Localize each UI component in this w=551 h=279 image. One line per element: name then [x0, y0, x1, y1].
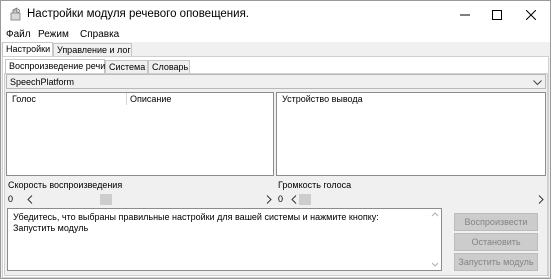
message-scrollbar[interactable] [429, 209, 441, 270]
menu-mode[interactable]: Режим [38, 29, 69, 40]
speed-slider-thumb[interactable] [100, 194, 112, 205]
tab-settings[interactable]: Настройки [2, 42, 53, 56]
volume-label: Громкость голоса [278, 180, 352, 190]
tab-dictionary[interactable]: Словарь [148, 60, 190, 73]
stop-button[interactable]: Остановить [454, 233, 538, 251]
sub-tab-strip: Воспроизведение речи Система Словарь [1, 59, 550, 73]
play-button[interactable]: Воспроизвести [454, 213, 538, 231]
status-message-text: Убедитесь, что выбраны правильные настро… [13, 212, 379, 233]
output-devices-list[interactable]: Устройство вывода [276, 92, 546, 176]
slider-right-arrow-icon[interactable] [266, 195, 272, 206]
column-header-description[interactable]: Описание [130, 94, 171, 104]
close-button[interactable] [514, 1, 548, 28]
speaker-app-icon [8, 6, 24, 22]
column-header-voice[interactable]: Голос [12, 94, 36, 104]
speech-engine-combo[interactable]: SpeechPlatform [6, 74, 546, 89]
volume-slider[interactable] [290, 193, 545, 206]
main-window: Настройки модуля речевого оповещения. Фа… [0, 0, 551, 279]
menu-bar: Файл Режим Справка [1, 28, 550, 42]
tab-control-log[interactable]: Управление и лог [53, 43, 132, 56]
title-bar: Настройки модуля речевого оповещения. [1, 1, 550, 28]
slider-right-arrow-icon[interactable] [538, 195, 544, 206]
slider-left-arrow-icon[interactable] [27, 195, 33, 206]
column-separator[interactable] [126, 93, 127, 105]
main-tab-strip: Настройки Управление и лог [1, 42, 550, 56]
window-title: Настройки модуля речевого оповещения. [27, 8, 249, 20]
menu-file[interactable]: Файл [6, 29, 31, 40]
speech-engine-value: SpeechPlatform [10, 77, 75, 87]
menu-help[interactable]: Справка [80, 29, 119, 40]
column-header-output-device[interactable]: Устройство вывода [282, 94, 363, 104]
slider-left-arrow-icon[interactable] [291, 195, 297, 206]
speed-label: Скорость воспроизведения [8, 180, 123, 190]
status-message-box[interactable]: Убедитесь, что выбраны правильные настро… [7, 208, 442, 271]
tab-speech-playback[interactable]: Воспроизведение речи [5, 59, 105, 73]
start-module-button[interactable]: Запустить модуль [454, 253, 538, 271]
tab-system[interactable]: Система [105, 60, 148, 73]
minimize-button[interactable] [448, 1, 482, 28]
voices-list[interactable]: Голос Описание [6, 92, 274, 176]
maximize-button[interactable] [480, 1, 514, 28]
speed-value: 0 [8, 194, 14, 204]
chevron-down-icon [533, 78, 542, 88]
volume-slider-thumb[interactable] [299, 194, 311, 205]
volume-value: 0 [278, 194, 284, 204]
speed-slider[interactable] [26, 193, 273, 206]
